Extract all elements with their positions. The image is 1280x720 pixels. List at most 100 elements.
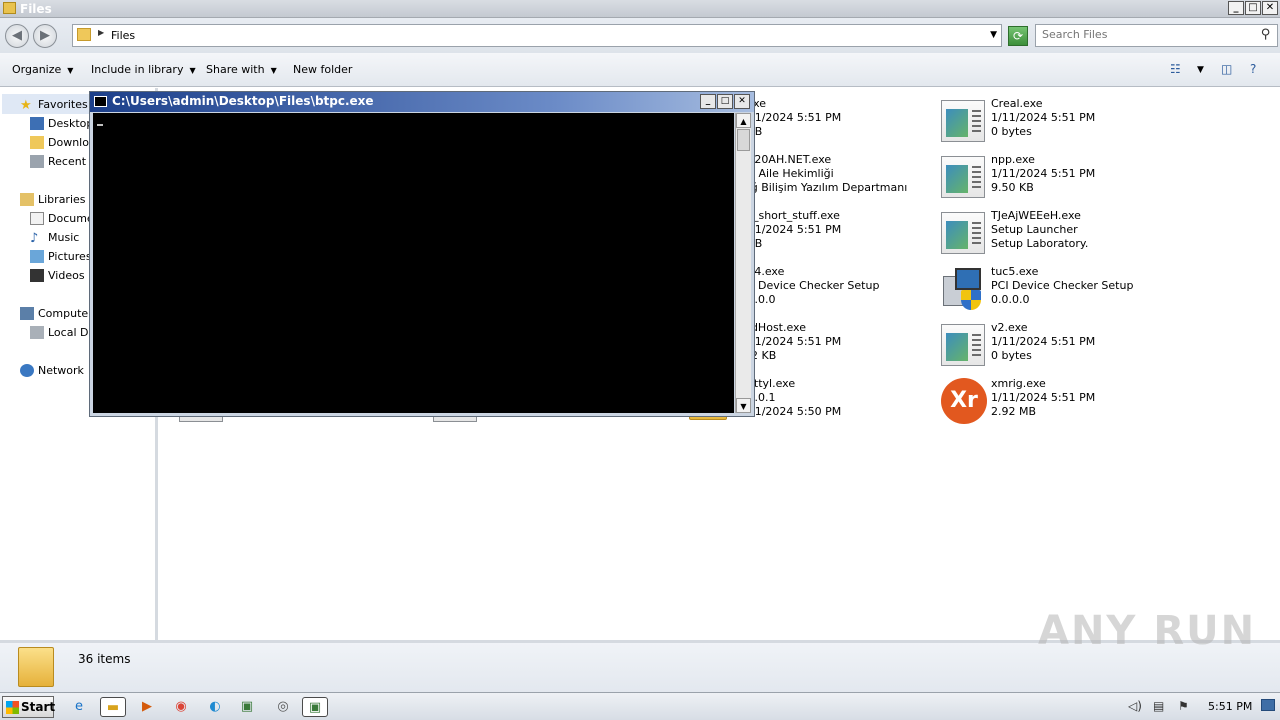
taskbar-clock[interactable]: 5:51 PM xyxy=(1208,700,1252,713)
include-in-library-label: Include in library xyxy=(91,63,184,76)
search-icon[interactable]: ⚲ xyxy=(1257,27,1274,44)
file-detail: 0 KB xyxy=(737,237,937,250)
nav-local-disk[interactable]: Local Di xyxy=(30,323,92,341)
address-dropdown-icon[interactable]: ▼ xyxy=(990,30,997,40)
item-count: 36 items xyxy=(78,652,131,666)
share-with-label: Share with xyxy=(206,63,265,76)
network-tray-icon[interactable]: ▤ xyxy=(1153,699,1164,713)
start-button[interactable]: Start xyxy=(2,696,56,718)
include-in-library-menu[interactable]: Include in library ▼ xyxy=(91,63,196,76)
network-icon xyxy=(20,363,34,377)
nav-favorites[interactable]: ★ Favorites xyxy=(20,95,88,113)
libraries-icon xyxy=(20,192,34,206)
taskbar: Start e ▬ ▶ ◉ ◐ ▣ ◎ ▣ ◁) ▤ ⚑ 5:51 PM xyxy=(0,692,1280,720)
nav-recent[interactable]: Recent xyxy=(30,152,86,170)
file-detail: 1/11/2024 5:51 PM xyxy=(737,111,842,124)
file-item[interactable]: Xr xmrig.exe 1/11/2024 5:51 PM 2.92 MB xyxy=(941,376,1191,426)
nav-libraries[interactable]: Libraries xyxy=(20,190,86,208)
file-name: tuc5.exe xyxy=(991,265,1039,278)
installer-icon xyxy=(941,268,985,310)
app2-taskbar-icon[interactable]: ◎ xyxy=(270,697,296,717)
console-titlebar[interactable]: C:\Users\admin\Desktop\Files\btpc.exe _ … xyxy=(90,92,754,112)
chrome-icon[interactable]: ◉ xyxy=(168,697,194,717)
nav-music-label: Music xyxy=(48,230,80,244)
nav-videos-label: Videos xyxy=(48,268,85,282)
edge-icon[interactable]: ◐ xyxy=(202,697,228,717)
nav-music[interactable]: ♪ Music xyxy=(30,228,79,246)
pictures-icon xyxy=(30,249,44,263)
file-name: updHost.exe xyxy=(737,321,806,334)
nav-pictures[interactable]: Pictures xyxy=(30,247,92,265)
nav-pictures-label: Pictures xyxy=(48,249,92,263)
file-detail: 1/11/2024 5:51 PM xyxy=(991,335,1096,348)
file-item[interactable]: npp.exe 1/11/2024 5:51 PM 9.50 KB xyxy=(941,152,1191,202)
scroll-up-icon[interactable]: ▲ xyxy=(736,113,751,128)
file-name: Wattyl.exe xyxy=(737,377,796,390)
address-bar[interactable]: ▶ Files ▼ xyxy=(72,24,1002,47)
media-player-icon[interactable]: ▶ xyxy=(134,697,160,717)
app-taskbar-icon[interactable]: ▣ xyxy=(234,697,260,717)
file-name: S%20AH.NET.exe xyxy=(737,153,832,166)
file-item[interactable]: v2.exe 1/11/2024 5:51 PM 0 bytes xyxy=(941,320,1191,370)
disk-icon xyxy=(30,325,44,339)
start-label: Start xyxy=(21,700,56,714)
scroll-down-icon[interactable]: ▼ xyxy=(736,398,751,413)
console-cursor xyxy=(97,124,103,126)
nav-recent-label: Recent xyxy=(48,154,87,168)
explorer-icon[interactable]: ▬ xyxy=(100,697,126,717)
file-name: tuc4.exe xyxy=(737,265,785,278)
scroll-thumb[interactable] xyxy=(737,129,750,151)
breadcrumb-separator[interactable]: ▶ xyxy=(98,28,104,37)
new-folder-button[interactable]: New folder xyxy=(293,63,352,76)
nav-documents[interactable]: Docume xyxy=(30,209,94,227)
console-taskbar-icon[interactable]: ▣ xyxy=(302,697,328,717)
star-icon: ★ xyxy=(20,97,32,113)
view-options-icon[interactable]: ☷ xyxy=(1170,62,1181,76)
refresh-button[interactable]: ⟳ xyxy=(1008,26,1028,46)
ie-icon[interactable]: e xyxy=(66,697,92,717)
file-detail: 0 bytes xyxy=(991,125,1032,138)
preview-pane-icon[interactable]: ◫ xyxy=(1221,62,1232,76)
file-detail: Setup Launcher xyxy=(991,223,1078,236)
speaker-icon[interactable]: ◁) xyxy=(1128,699,1142,713)
file-item[interactable]: tuc5.exe PCI Device Checker Setup 0.0.0.0 xyxy=(941,264,1191,314)
view-dropdown-icon[interactable]: ▼ xyxy=(1197,65,1204,75)
console-maximize-button[interactable]: □ xyxy=(717,94,733,109)
windows-logo-icon xyxy=(6,701,19,714)
file-item[interactable]: TJeAjWEEeH.exe Setup Launcher Setup Labora… xyxy=(941,208,1191,258)
console-output[interactable] xyxy=(93,113,734,413)
file-name: npp.exe xyxy=(991,153,1035,166)
search-box[interactable]: ⚲ xyxy=(1035,24,1278,47)
close-button[interactable]: ✕ xyxy=(1262,1,1278,15)
nav-downloads[interactable]: Downlo xyxy=(30,133,89,151)
console-close-button[interactable]: ✕ xyxy=(734,94,750,109)
minimize-button[interactable]: _ xyxy=(1228,1,1244,15)
action-center-flag-icon[interactable]: ⚑ xyxy=(1178,699,1189,713)
file-detail: 1/11/2024 5:51 PM xyxy=(991,391,1096,404)
file-detail: 1/11/2024 5:50 PM xyxy=(737,405,842,418)
file-item[interactable]: Creal.exe 1/11/2024 5:51 PM 0 bytes xyxy=(941,96,1191,146)
console-window[interactable]: C:\Users\admin\Desktop\Files\btpc.exe _ … xyxy=(89,91,755,417)
desktop-icon xyxy=(30,116,44,130)
forward-button[interactable]: ▶ xyxy=(33,24,57,48)
breadcrumb-files[interactable]: Files xyxy=(111,29,135,42)
console-scrollbar[interactable]: ▲ ▼ xyxy=(735,113,751,413)
file-detail: 1/11/2024 5:51 PM xyxy=(737,223,842,236)
folder-icon xyxy=(18,647,54,687)
back-button[interactable]: ◀ xyxy=(5,24,29,48)
maximize-button[interactable]: □ xyxy=(1245,1,1261,15)
nav-videos[interactable]: Videos xyxy=(30,266,85,284)
nav-network[interactable]: Network xyxy=(20,361,84,379)
xmrig-icon: Xr xyxy=(941,378,987,424)
help-icon[interactable]: ? xyxy=(1250,62,1256,76)
console-minimize-button[interactable]: _ xyxy=(700,94,716,109)
file-detail: 9.50 KB xyxy=(991,181,1034,194)
show-desktop-button[interactable] xyxy=(1261,699,1275,711)
organize-menu[interactable]: Organize ▼ xyxy=(12,63,73,76)
nav-desktop[interactable]: Desktop xyxy=(30,114,93,132)
console-icon xyxy=(94,96,107,107)
search-input[interactable] xyxy=(1042,28,1252,41)
nav-computer[interactable]: Computer xyxy=(20,304,93,322)
window-title: Files xyxy=(20,2,52,16)
share-with-menu[interactable]: Share with ▼ xyxy=(206,63,277,76)
